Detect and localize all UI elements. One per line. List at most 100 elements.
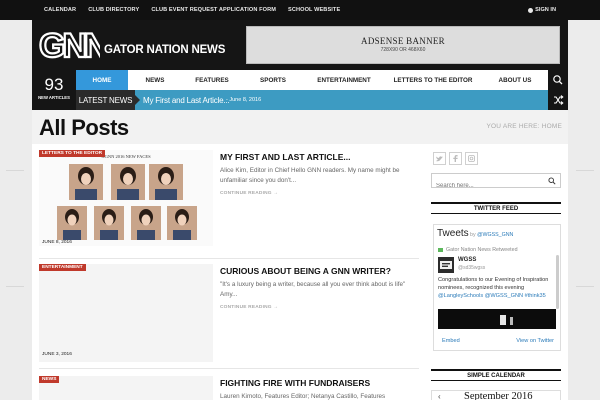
twitter-icon <box>436 155 443 161</box>
banner-size: 728X90 OR 468X60 <box>380 47 426 53</box>
article-count: 93 <box>44 75 64 94</box>
embed-link[interactable]: Embed <box>442 338 460 344</box>
sign-in-label: SIGN IN <box>535 7 556 13</box>
continue-reading-link[interactable]: CONTINUE READING → <box>220 305 278 310</box>
main-content: GGNN 2016 NEW FACES LETTERS TO THE EDITO… <box>32 144 568 400</box>
background-divider <box>576 286 594 287</box>
user-icon <box>528 7 534 13</box>
tweet-media[interactable] <box>438 309 556 329</box>
ticker-date: - June 8, 2016 <box>226 97 262 103</box>
post-divider <box>39 368 419 369</box>
nav-home-label: HOME <box>92 76 112 84</box>
nav-entertainment[interactable]: ENTERTAINMENT <box>304 70 384 90</box>
calendar-link[interactable]: CALENDAR <box>44 7 76 13</box>
post-title[interactable]: CURIOUS ABOUT BEING A GNN WRITER? <box>220 266 391 276</box>
post-card: GGNN 2016 NEW FACES LETTERS TO THE EDITO… <box>39 144 419 258</box>
nav-letters-label: LETTERS TO THE EDITOR <box>393 76 473 84</box>
nav-sports-label: SPORTS <box>260 76 286 84</box>
post-excerpt: Lauren Kimoto, Features Editor; Netanya … <box>220 393 386 400</box>
page-title-row: All Posts YOU ARE HERE: HOME <box>32 110 568 144</box>
search-icon <box>553 75 563 85</box>
post-title[interactable]: FIGHTING FIRE WITH FUNDRAISERS <box>220 378 370 388</box>
post-thumbnail[interactable] <box>39 264 213 362</box>
tweet-mentions[interactable]: @LangleySchools @WGSS_GNN #think35 <box>438 293 546 299</box>
calendar-prev-button[interactable]: ‹ <box>438 392 441 400</box>
nav-about-us[interactable]: ABOUT US <box>482 70 548 90</box>
facebook-icon <box>453 155 458 162</box>
post-excerpt: "It's a luxury being a writer, because a… <box>220 281 406 298</box>
retweet-icon <box>438 248 443 252</box>
calendar-month-bar: ‹ September 2016 <box>431 390 561 400</box>
tweet-avatar[interactable] <box>438 257 454 273</box>
calendar-month-label: September 2016 <box>464 391 533 400</box>
adsense-banner[interactable]: ADSENSE BANNER 728X90 OR 468X60 <box>246 26 560 64</box>
club-directory-link[interactable]: CLUB DIRECTORY <box>88 7 139 13</box>
school-website-link[interactable]: SCHOOL WEBSITE <box>288 7 340 13</box>
staff-photo-collage: GGNN 2016 NEW FACES <box>39 150 213 246</box>
post-thumbnail[interactable] <box>39 376 213 400</box>
page-title: All Posts <box>39 115 129 140</box>
club-event-request-link[interactable]: CLUB EVENT REQUEST APPLICATION FORM <box>151 7 276 13</box>
search-input[interactable] <box>432 179 542 193</box>
twitter-timeline[interactable]: Tweets by @WGSS_GNN Gator Nation News Re… <box>433 224 561 351</box>
post-title[interactable]: MY FIRST AND LAST ARTICLE... <box>220 152 351 162</box>
nav-news[interactable]: NEWS <box>128 70 182 90</box>
random-article-button[interactable] <box>548 90 568 110</box>
facebook-button[interactable] <box>449 152 462 165</box>
search-icon[interactable] <box>548 177 556 185</box>
background-divider <box>6 286 24 287</box>
collage-heading: GGNN 2016 NEW FACES <box>101 154 151 159</box>
latest-news-label: LATEST NEWS <box>76 90 140 110</box>
continue-reading-link[interactable]: CONTINUE READING → <box>220 191 278 196</box>
instagram-icon <box>468 155 475 162</box>
twitter-handle-link[interactable]: @WGSS_GNN <box>477 232 513 238</box>
article-counter: 93 NEW ARTICLES <box>32 70 76 110</box>
tweet-author-handle[interactable]: @sd35wgss <box>458 265 485 271</box>
tweet-author-name[interactable]: WGSS <box>458 257 476 263</box>
category-badge[interactable]: NEWS <box>39 376 60 383</box>
nav-home[interactable]: HOME <box>76 70 128 93</box>
tweet-text-main: Congratulations to our Evening of Inspir… <box>438 277 549 291</box>
background-divider <box>6 170 24 171</box>
tweet-photo <box>438 309 556 329</box>
nav-search-button[interactable] <box>548 70 568 90</box>
post-date: JUNE 8, 2016 <box>42 240 72 245</box>
simple-calendar-heading: SIMPLE CALENDAR <box>431 369 561 381</box>
utility-links: CALENDAR CLUB DIRECTORY CLUB EVENT REQUE… <box>44 0 340 20</box>
banner-title: ADSENSE BANNER <box>361 36 445 46</box>
tweets-heading: Tweets <box>437 228 469 239</box>
sign-in-link[interactable]: SIGN IN <box>528 0 556 20</box>
social-links <box>433 152 478 165</box>
category-badge[interactable]: LETTERS TO THE EDITOR <box>39 150 106 157</box>
sidebar-search <box>431 173 561 193</box>
breadcrumb: YOU ARE HERE: HOME <box>486 123 562 130</box>
site-name[interactable]: GATOR NATION NEWS <box>104 44 225 56</box>
ticker-headline[interactable]: My First and Last Article... <box>143 90 230 110</box>
twitter-button[interactable] <box>433 152 446 165</box>
twitter-feed-heading: TWITTER FEED <box>431 202 561 214</box>
gnn-logo[interactable]: GNN <box>38 25 100 63</box>
post-card: NEWS FIGHTING FIRE WITH FUNDRAISERS Laur… <box>39 370 419 400</box>
avatar-image <box>438 257 454 273</box>
tweet-text: Congratulations to our Evening of Inspir… <box>438 276 556 300</box>
instagram-button[interactable] <box>465 152 478 165</box>
nav-letters-to-the-editor[interactable]: LETTERS TO THE EDITOR <box>384 70 482 90</box>
retweet-label: Gator Nation News Retweeted <box>446 247 518 253</box>
post-date: JUNE 3, 2016 <box>42 352 72 357</box>
shuffle-icon <box>554 95 564 105</box>
nav-about-label: ABOUT US <box>498 76 532 84</box>
retweet-line: Gator Nation News Retweeted <box>438 247 518 253</box>
nav-sports[interactable]: SPORTS <box>242 70 304 90</box>
nav-features-label: FEATURES <box>195 76 229 84</box>
category-badge[interactable]: ENTERTAINMENT <box>39 264 86 271</box>
news-ticker: LATEST NEWS My First and Last Article...… <box>76 90 548 110</box>
article-count-label: NEW ARTICLES <box>38 95 70 100</box>
view-on-twitter-link[interactable]: View on Twitter <box>516 338 554 344</box>
svg-text:GNN: GNN <box>39 27 100 63</box>
main-nav: HOME NEWS FEATURES SPORTS ENTERTAINMENT … <box>76 70 548 93</box>
nav-features[interactable]: FEATURES <box>182 70 242 90</box>
nav-entertainment-label: ENTERTAINMENT <box>317 76 371 84</box>
post-thumbnail[interactable]: GGNN 2016 NEW FACES <box>39 150 213 246</box>
timeline-scrollbar[interactable] <box>556 255 559 309</box>
post-card: ENTERTAINMENT JUNE 3, 2016 CURIOUS ABOUT… <box>39 258 419 368</box>
